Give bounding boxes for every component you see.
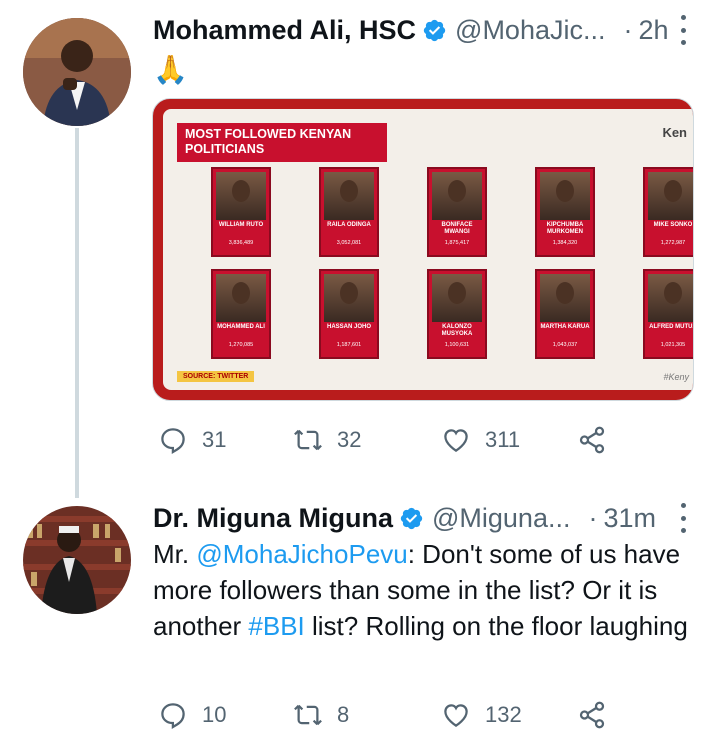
author-name[interactable]: Dr. Miguna Miguna xyxy=(153,503,393,534)
politician-card: ALFRED MUTUA 1,021,305 xyxy=(643,269,693,359)
politician-card: MARTHA KARUA 1,043,037 xyxy=(535,269,595,359)
reply-icon xyxy=(161,428,185,454)
politician-name: RAILA ODINGA xyxy=(327,222,371,228)
politician-followers: 3,052,081 xyxy=(336,240,362,246)
politician-photo xyxy=(648,172,693,220)
infographic-title: MOST FOLLOWED KENYAN POLITICIANS xyxy=(177,123,387,162)
politician-followers: 1,272,987 xyxy=(660,240,686,246)
mention-link[interactable]: @MohaJichoPevu xyxy=(196,539,407,569)
like-count: 132 xyxy=(485,702,522,727)
politician-name: KIPCHUMBA MURKOMEN xyxy=(546,222,584,235)
thread-connector-line xyxy=(75,128,79,498)
politician-card: KALONZO MUSYOKA 1,100,631 xyxy=(427,269,487,359)
tweet-text: 🙏 xyxy=(153,54,188,85)
avatar[interactable] xyxy=(23,18,131,126)
politician-card: HASSAN JOHO 1,187,601 xyxy=(319,269,379,359)
separator-dot: · xyxy=(623,14,633,45)
politician-photo xyxy=(432,172,482,220)
tweet-actions: 10 8 132 xyxy=(153,700,623,734)
text-prefix: Mr. xyxy=(153,539,197,569)
politician-name: MOHAMMED ALI xyxy=(217,324,265,330)
like-button[interactable]: 132 xyxy=(441,700,522,730)
tweet-1[interactable]: Mohammed Ali, HSC @MohaJic... · 2h 🙏 MOS… xyxy=(0,0,719,498)
like-count: 311 xyxy=(485,427,521,452)
tweet-header: Mohammed Ali, HSC @MohaJic... · 2h xyxy=(153,12,669,48)
verified-badge-icon xyxy=(423,19,446,41)
text-suffix: list? Rolling on the floor laughing xyxy=(304,611,688,641)
retweet-count: 8 xyxy=(337,702,350,727)
politician-photo xyxy=(540,172,590,220)
infographic-brand: Ken xyxy=(662,125,687,140)
infographic-source: SOURCE: TWITTER xyxy=(177,371,255,382)
author-handle[interactable]: @MohaJic... xyxy=(455,15,605,46)
more-dots-icon[interactable] xyxy=(679,15,687,45)
timestamp[interactable]: 2h xyxy=(638,15,668,46)
tweet-header: Dr. Miguna Miguna @Miguna... · 31m xyxy=(153,500,656,536)
politician-photo xyxy=(216,172,266,220)
more-dots-icon[interactable] xyxy=(679,503,687,533)
politician-name: MIKE SONKO xyxy=(653,222,693,228)
retweet-button[interactable]: 8 xyxy=(293,700,349,730)
politician-name: WILLIAM RUTO xyxy=(218,222,264,228)
politician-name: MARTHA KARUA xyxy=(540,324,590,330)
politician-followers: 3,836,489 xyxy=(228,240,254,246)
infographic-hashtag: #Keny xyxy=(663,372,689,382)
author-handle[interactable]: @Miguna... xyxy=(432,503,570,534)
share-button[interactable] xyxy=(577,700,607,730)
politician-followers: 1,384,320 xyxy=(552,240,578,246)
reply-button[interactable]: 10 xyxy=(158,700,226,730)
heart-icon xyxy=(444,704,468,727)
retweet-icon xyxy=(294,429,322,451)
avatar-image xyxy=(23,18,131,126)
tweet-actions: 31 32 311 xyxy=(153,425,623,459)
politician-photo xyxy=(540,274,590,322)
politician-photo xyxy=(324,274,374,322)
retweet-button[interactable]: 32 xyxy=(293,425,361,455)
politician-card: MOHAMMED ALI 1,270,085 xyxy=(211,269,271,359)
like-button[interactable]: 311 xyxy=(441,425,520,455)
share-button[interactable] xyxy=(577,425,607,455)
timestamp[interactable]: 31m xyxy=(603,503,656,534)
politician-followers: 1,875,417 xyxy=(444,240,470,246)
politician-followers: 1,270,085 xyxy=(228,342,254,348)
share-icon xyxy=(579,426,605,454)
reply-count: 10 xyxy=(202,702,227,727)
politician-card: KIPCHUMBA MURKOMEN 1,384,320 xyxy=(535,167,595,257)
separator-dot: · xyxy=(588,502,598,533)
politician-name: BONIFACE MWANGI xyxy=(441,222,473,235)
avatar[interactable] xyxy=(23,506,131,614)
politician-followers: 1,043,037 xyxy=(552,342,578,348)
verified-badge-icon xyxy=(400,507,423,529)
politician-card: MIKE SONKO 1,272,987 xyxy=(643,167,693,257)
politician-photo xyxy=(324,172,374,220)
tweet-media-image[interactable]: MOST FOLLOWED KENYAN POLITICIANS Ken WIL… xyxy=(152,98,694,401)
politician-card: BONIFACE MWANGI 1,875,417 xyxy=(427,167,487,257)
politician-name: KALONZO MUSYOKA xyxy=(441,324,473,337)
reply-count: 31 xyxy=(202,427,227,452)
politician-followers: 1,187,601 xyxy=(336,342,362,348)
politician-photo xyxy=(648,274,693,322)
retweet-count: 32 xyxy=(337,427,362,452)
retweet-icon xyxy=(294,704,322,726)
tweet-2[interactable]: Dr. Miguna Miguna @Miguna... · 31m Mr. @… xyxy=(0,498,719,756)
politician-photo xyxy=(432,274,482,322)
author-name[interactable]: Mohammed Ali, HSC xyxy=(153,15,416,46)
politician-followers: 1,021,305 xyxy=(660,342,686,348)
politician-followers: 1,100,631 xyxy=(444,342,470,348)
heart-icon xyxy=(444,429,468,452)
tweet-text: Mr. @MohaJichoPevu: Don't some of us hav… xyxy=(153,536,701,644)
reply-icon xyxy=(161,703,185,729)
politician-card: WILLIAM RUTO 3,836,489 xyxy=(211,167,271,257)
infographic: MOST FOLLOWED KENYAN POLITICIANS Ken WIL… xyxy=(163,109,693,390)
politician-name: HASSAN JOHO xyxy=(326,324,371,330)
share-icon xyxy=(579,701,605,729)
politician-photo xyxy=(216,274,266,322)
politician-card: RAILA ODINGA 3,052,081 xyxy=(319,167,379,257)
avatar-image xyxy=(23,506,131,614)
reply-button[interactable]: 31 xyxy=(158,425,226,455)
hashtag-link[interactable]: #BBI xyxy=(248,611,304,641)
politician-name: ALFRED MUTUA xyxy=(649,324,693,330)
